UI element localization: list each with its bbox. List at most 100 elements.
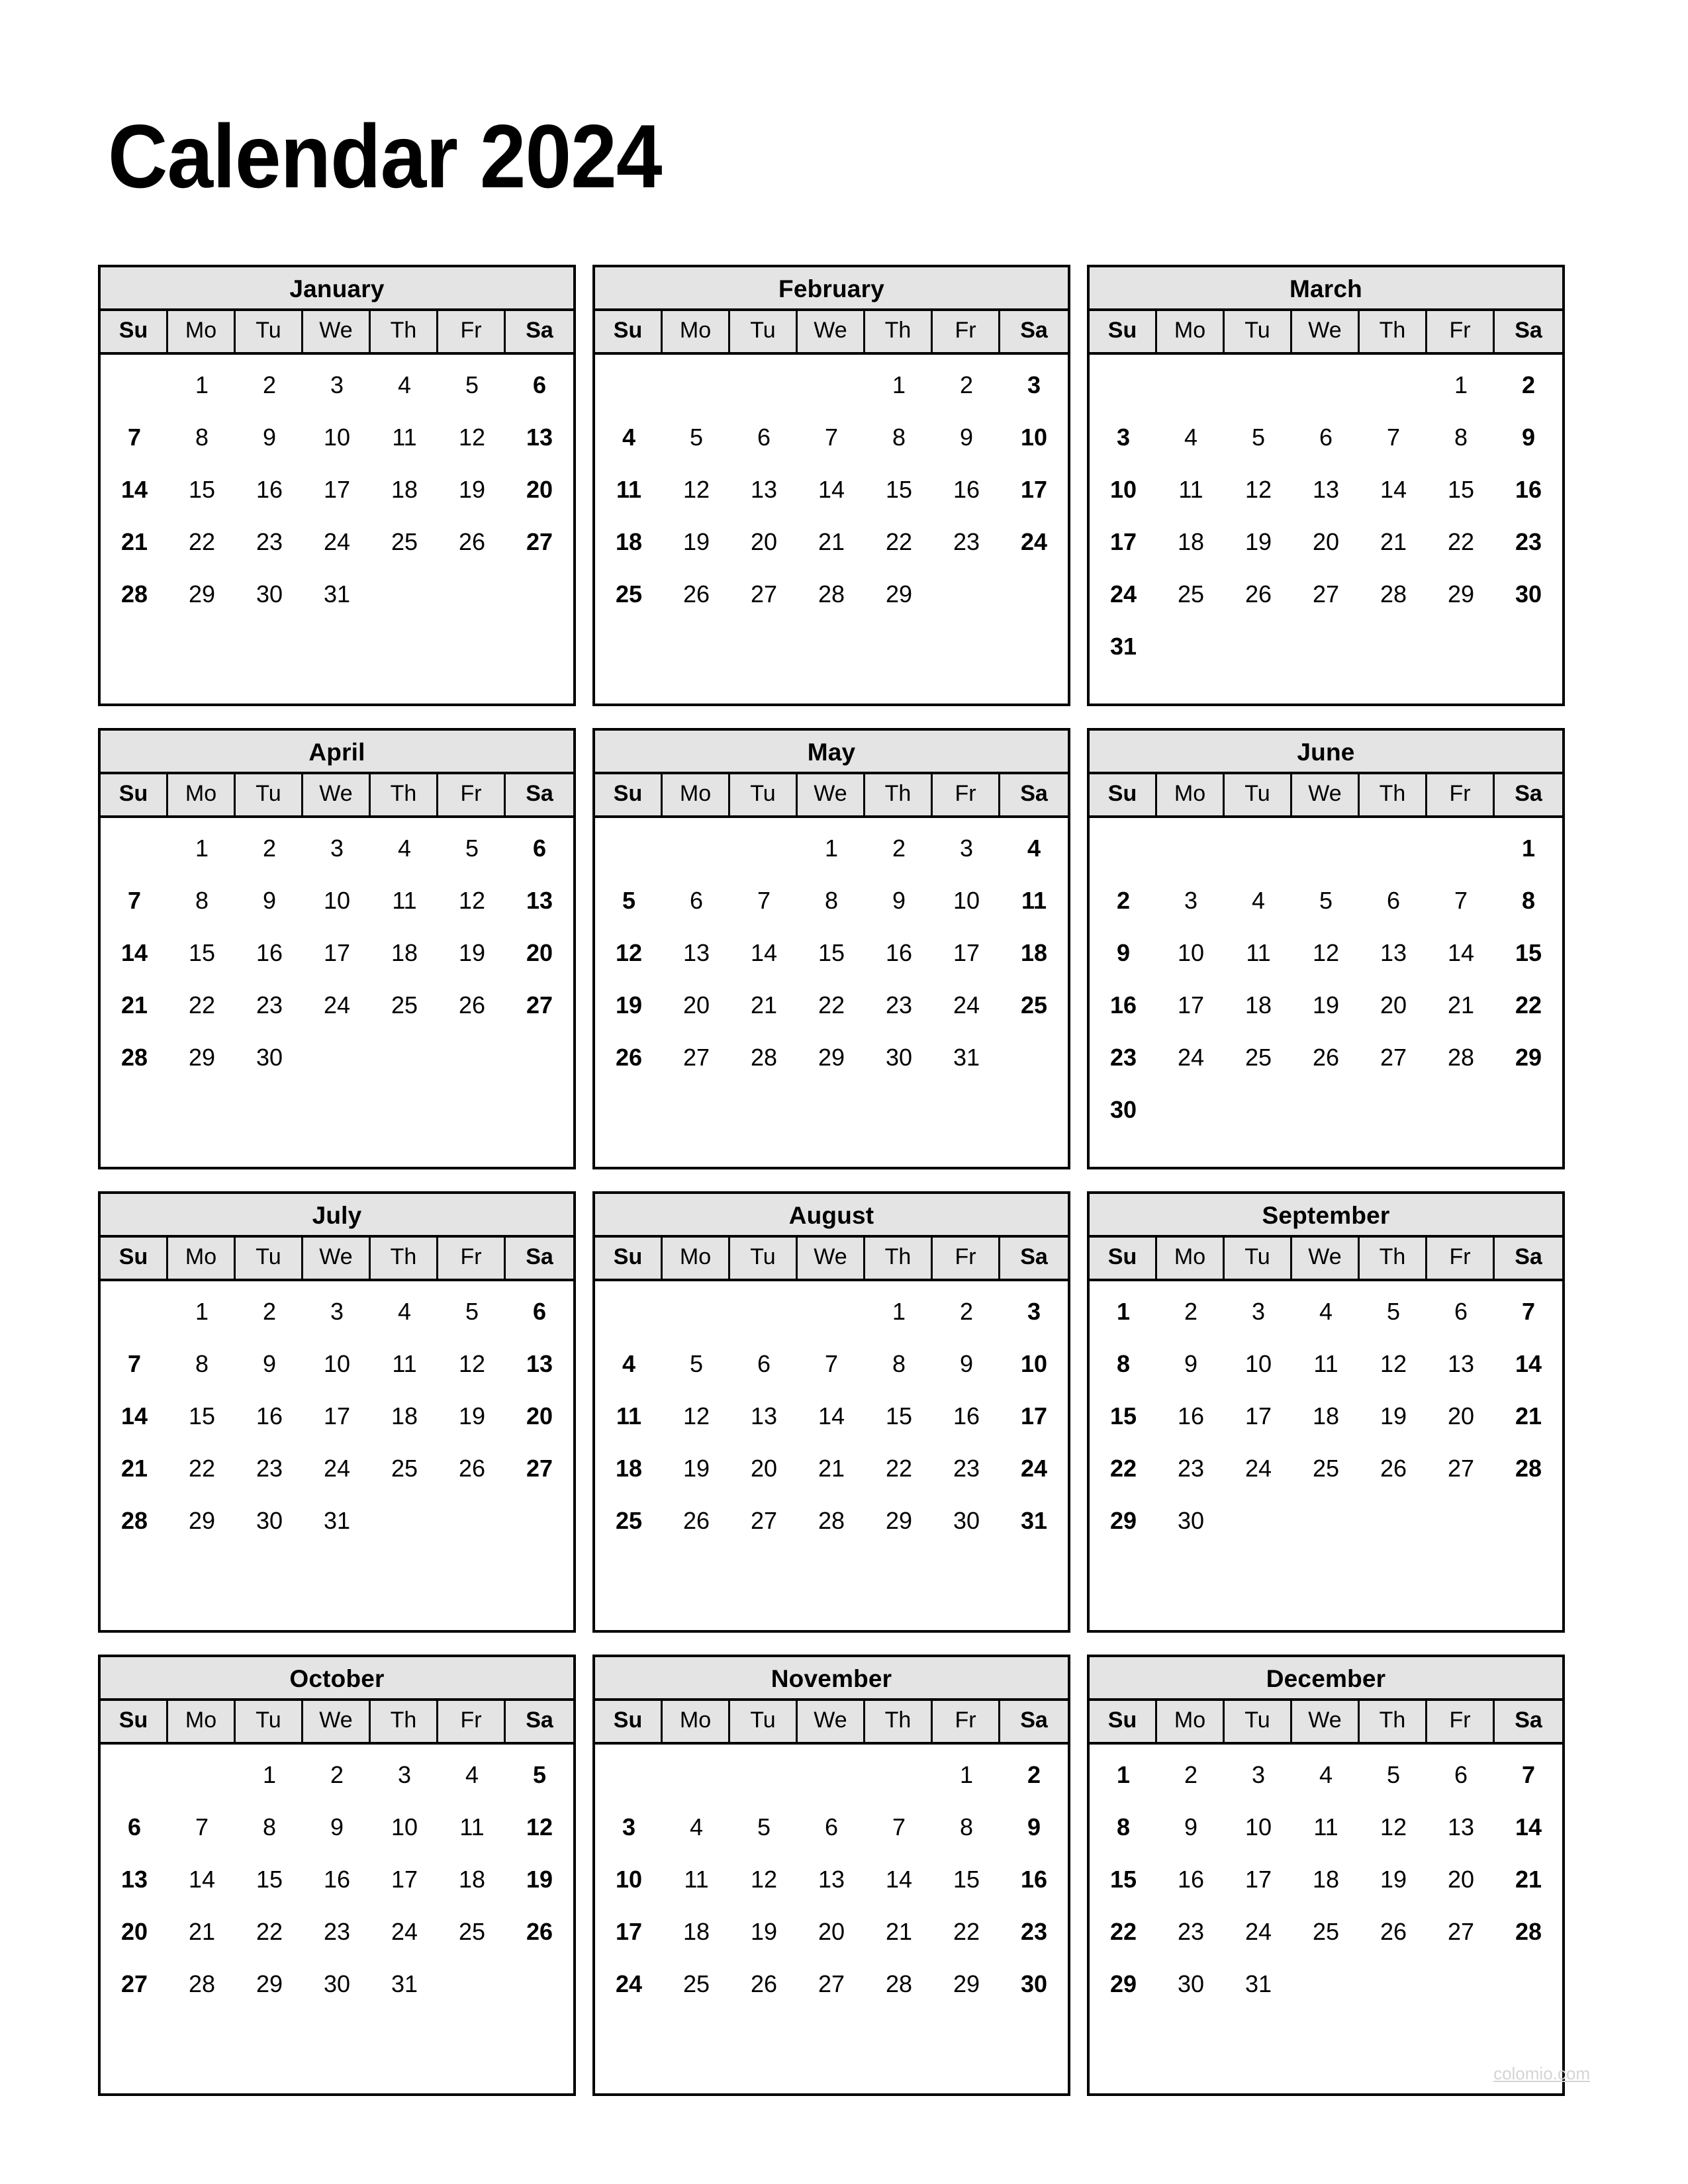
- day-cell[interactable]: 4: [1157, 411, 1225, 463]
- day-cell[interactable]: 2: [1000, 1749, 1068, 1801]
- day-cell[interactable]: 1: [168, 822, 236, 874]
- day-cell[interactable]: 15: [236, 1853, 303, 1905]
- day-cell[interactable]: 14: [168, 1853, 236, 1905]
- day-cell[interactable]: 6: [506, 822, 573, 874]
- day-cell[interactable]: 16: [1157, 1390, 1225, 1442]
- day-cell[interactable]: 26: [438, 516, 506, 568]
- day-cell[interactable]: 23: [1000, 1905, 1068, 1958]
- day-cell[interactable]: 25: [1000, 979, 1068, 1031]
- day-cell[interactable]: 18: [1292, 1853, 1360, 1905]
- day-cell[interactable]: 6: [506, 1285, 573, 1338]
- day-cell[interactable]: 21: [101, 1442, 168, 1494]
- day-cell[interactable]: 8: [865, 1338, 933, 1390]
- day-cell[interactable]: 12: [663, 463, 730, 516]
- day-cell[interactable]: 27: [506, 979, 573, 1031]
- day-cell[interactable]: 2: [303, 1749, 371, 1801]
- day-cell[interactable]: 24: [1090, 568, 1157, 620]
- day-cell[interactable]: 11: [1292, 1801, 1360, 1853]
- day-cell[interactable]: 21: [865, 1905, 933, 1958]
- day-cell[interactable]: 12: [1292, 927, 1360, 979]
- day-cell[interactable]: 24: [303, 516, 371, 568]
- day-cell[interactable]: 3: [1090, 411, 1157, 463]
- day-cell[interactable]: 25: [1157, 568, 1225, 620]
- day-cell[interactable]: 15: [1495, 927, 1562, 979]
- day-cell[interactable]: 12: [438, 1338, 506, 1390]
- day-cell[interactable]: 20: [506, 463, 573, 516]
- day-cell[interactable]: 2: [933, 359, 1000, 411]
- day-cell[interactable]: 24: [595, 1958, 663, 2010]
- day-cell[interactable]: 28: [1495, 1442, 1562, 1494]
- day-cell[interactable]: 17: [933, 927, 1000, 979]
- day-cell[interactable]: 29: [236, 1958, 303, 2010]
- day-cell[interactable]: 9: [1157, 1801, 1225, 1853]
- day-cell[interactable]: 4: [1292, 1285, 1360, 1338]
- day-cell[interactable]: 17: [1225, 1390, 1292, 1442]
- day-cell[interactable]: 30: [303, 1958, 371, 2010]
- day-cell[interactable]: 27: [798, 1958, 865, 2010]
- day-cell[interactable]: 30: [1495, 568, 1562, 620]
- day-cell[interactable]: 29: [798, 1031, 865, 1083]
- day-cell[interactable]: 22: [865, 516, 933, 568]
- day-cell[interactable]: 20: [1360, 979, 1427, 1031]
- day-cell[interactable]: 11: [1292, 1338, 1360, 1390]
- day-cell[interactable]: 27: [506, 516, 573, 568]
- day-cell[interactable]: 9: [1157, 1338, 1225, 1390]
- day-cell[interactable]: 15: [168, 463, 236, 516]
- day-cell[interactable]: 22: [236, 1905, 303, 1958]
- day-cell[interactable]: 3: [1225, 1749, 1292, 1801]
- day-cell[interactable]: 26: [506, 1905, 573, 1958]
- day-cell[interactable]: 22: [1090, 1442, 1157, 1494]
- day-cell[interactable]: 10: [303, 411, 371, 463]
- day-cell[interactable]: 10: [371, 1801, 438, 1853]
- day-cell[interactable]: 14: [1427, 927, 1495, 979]
- day-cell[interactable]: 24: [1225, 1905, 1292, 1958]
- day-cell[interactable]: 23: [236, 1442, 303, 1494]
- day-cell[interactable]: 25: [1292, 1905, 1360, 1958]
- day-cell[interactable]: 11: [371, 411, 438, 463]
- day-cell[interactable]: 8: [236, 1801, 303, 1853]
- day-cell[interactable]: 15: [168, 1390, 236, 1442]
- day-cell[interactable]: 17: [1225, 1853, 1292, 1905]
- day-cell[interactable]: 31: [371, 1958, 438, 2010]
- day-cell[interactable]: 5: [1360, 1285, 1427, 1338]
- day-cell[interactable]: 14: [101, 463, 168, 516]
- day-cell[interactable]: 23: [1157, 1442, 1225, 1494]
- day-cell[interactable]: 16: [236, 463, 303, 516]
- day-cell[interactable]: 22: [798, 979, 865, 1031]
- day-cell[interactable]: 9: [933, 411, 1000, 463]
- day-cell[interactable]: 9: [933, 1338, 1000, 1390]
- day-cell[interactable]: 19: [1225, 516, 1292, 568]
- day-cell[interactable]: 17: [595, 1905, 663, 1958]
- day-cell[interactable]: 28: [101, 1031, 168, 1083]
- day-cell[interactable]: 28: [168, 1958, 236, 2010]
- day-cell[interactable]: 7: [1495, 1285, 1562, 1338]
- day-cell[interactable]: 2: [236, 359, 303, 411]
- day-cell[interactable]: 11: [438, 1801, 506, 1853]
- day-cell[interactable]: 16: [1090, 979, 1157, 1031]
- day-cell[interactable]: 10: [303, 874, 371, 927]
- day-cell[interactable]: 30: [865, 1031, 933, 1083]
- day-cell[interactable]: 17: [303, 463, 371, 516]
- day-cell[interactable]: 21: [1495, 1853, 1562, 1905]
- day-cell[interactable]: 27: [1427, 1442, 1495, 1494]
- day-cell[interactable]: 5: [438, 359, 506, 411]
- day-cell[interactable]: 15: [1427, 463, 1495, 516]
- day-cell[interactable]: 14: [798, 1390, 865, 1442]
- day-cell[interactable]: 20: [506, 927, 573, 979]
- day-cell[interactable]: 19: [1360, 1390, 1427, 1442]
- day-cell[interactable]: 23: [933, 1442, 1000, 1494]
- day-cell[interactable]: 20: [1427, 1853, 1495, 1905]
- day-cell[interactable]: 6: [663, 874, 730, 927]
- day-cell[interactable]: 12: [1360, 1338, 1427, 1390]
- day-cell[interactable]: 17: [303, 1390, 371, 1442]
- day-cell[interactable]: 4: [371, 822, 438, 874]
- day-cell[interactable]: 13: [730, 1390, 798, 1442]
- day-cell[interactable]: 5: [506, 1749, 573, 1801]
- day-cell[interactable]: 24: [1000, 1442, 1068, 1494]
- day-cell[interactable]: 7: [168, 1801, 236, 1853]
- day-cell[interactable]: 13: [1292, 463, 1360, 516]
- day-cell[interactable]: 3: [1000, 1285, 1068, 1338]
- day-cell[interactable]: 2: [1157, 1749, 1225, 1801]
- day-cell[interactable]: 11: [595, 463, 663, 516]
- day-cell[interactable]: 19: [438, 927, 506, 979]
